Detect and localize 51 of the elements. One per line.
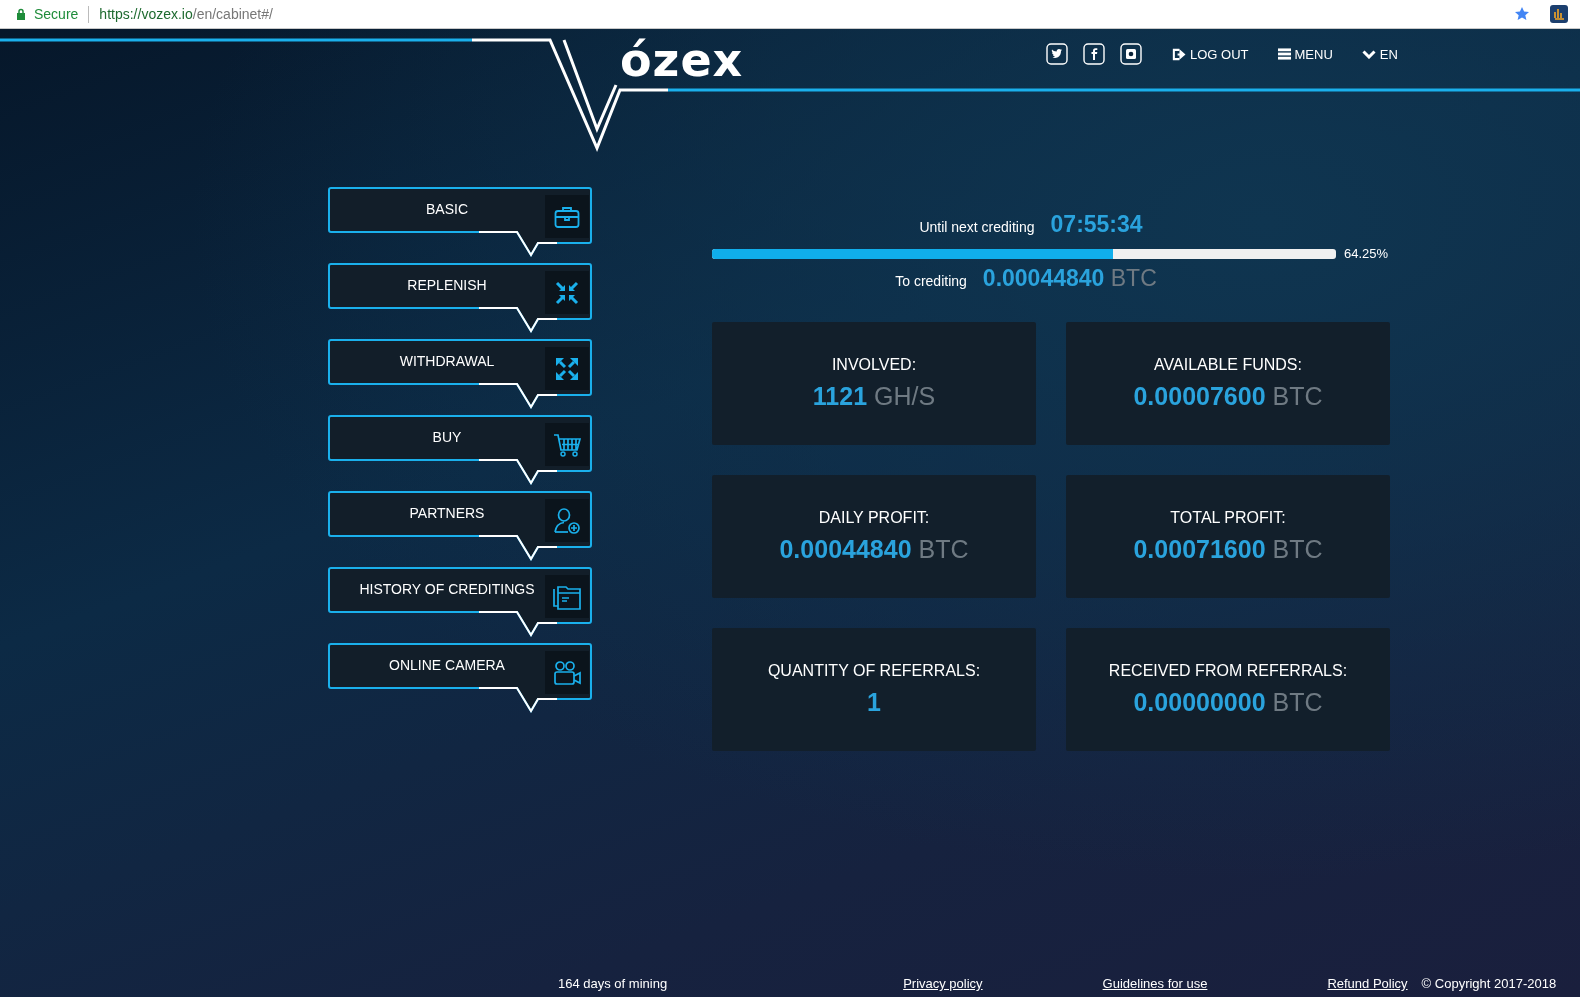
stat-label: RECEIVED FROM REFERRALS:	[1108, 662, 1348, 680]
arrows-out-icon	[555, 356, 579, 381]
menu-button[interactable]: HISTORY OF CREDITINGS	[328, 567, 592, 637]
menu-button[interactable]: ONLINE CAMERA	[328, 643, 592, 713]
user-plus-icon	[554, 506, 580, 535]
url-text[interactable]: https://vozex.io/en/cabinet#/	[99, 6, 1506, 22]
footer-link[interactable]: Guidelines for use	[1102, 976, 1208, 991]
footer-link[interactable]: Privacy policy	[903, 976, 983, 991]
secure-label: Secure	[34, 6, 79, 22]
stat-value: 0.00071600 BTC	[1133, 535, 1323, 564]
lock-icon	[16, 8, 26, 20]
facebook-icon[interactable]	[1083, 43, 1105, 65]
stat-label: QUANTITY OF REFERRALS:	[767, 662, 981, 680]
stat-value: 0.00044840 BTC	[779, 535, 969, 564]
stat-label: TOTAL PROFIT:	[1170, 509, 1286, 527]
extension-icon[interactable]	[1550, 5, 1568, 23]
stat-value: 0.00000000 BTC	[1133, 688, 1323, 717]
cart-icon	[553, 431, 581, 458]
logout-icon	[1171, 47, 1186, 61]
stat-value: 0.00007600 BTC	[1133, 382, 1323, 411]
menu-button[interactable]: PARTNERS	[328, 491, 592, 561]
bookmark-star-icon[interactable]	[1514, 6, 1530, 22]
instagram-icon[interactable]	[1120, 43, 1142, 65]
menu-button[interactable]: BASIC	[328, 187, 592, 257]
menu-button[interactable]: WITHDRAWAL	[328, 339, 592, 409]
menu-button[interactable]: BUY	[328, 415, 592, 485]
stat-label: AVAILABLE FUNDS:	[1154, 356, 1302, 374]
stat-label: INVOLVED:	[831, 356, 917, 374]
logout-button[interactable]: LOG OUT	[1171, 46, 1249, 62]
menu-icon	[1277, 48, 1291, 60]
mining-days-text: 164 days of mining	[558, 976, 668, 991]
stat-value: 1	[867, 688, 881, 717]
crediting-label: To crediting	[895, 273, 967, 289]
progress-percent: 64.25%	[1344, 246, 1389, 261]
menu-button[interactable]: MENU	[1277, 46, 1333, 62]
copyright-text: © Copyright 2017-2018	[1421, 976, 1557, 991]
folder-icon	[553, 583, 581, 610]
stat-value: 1121 GH/S	[812, 382, 936, 411]
countdown-timer: 07:55:34	[1050, 211, 1143, 238]
menu-button[interactable]: REPLENISH	[328, 263, 592, 333]
arrows-in-icon	[555, 280, 579, 305]
crediting-amount: 0.00044840 BTC	[982, 265, 1157, 292]
logo-text: ózex	[620, 37, 744, 83]
language-button[interactable]: EN	[1361, 46, 1398, 62]
stat-label: DAILY PROFIT:	[818, 509, 930, 527]
twitter-icon[interactable]	[1046, 43, 1068, 65]
timer-label: Until next crediting	[919, 219, 1035, 235]
footer-link[interactable]: Refund Policy	[1327, 976, 1408, 991]
chevron-down-icon	[1361, 49, 1376, 59]
briefcase-icon	[554, 204, 580, 229]
video-camera-icon	[553, 659, 581, 686]
